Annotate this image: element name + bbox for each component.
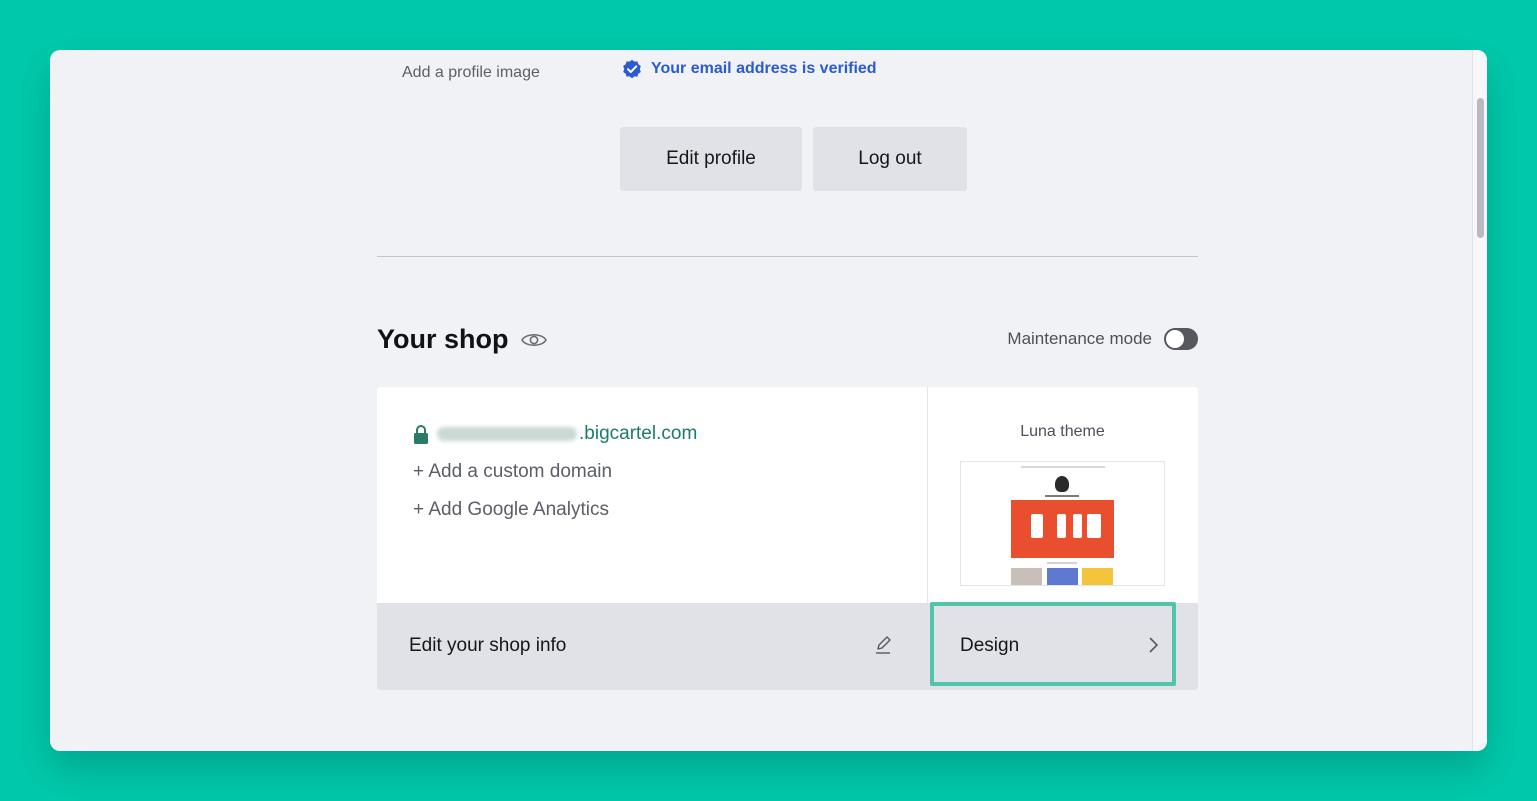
add-profile-image-link[interactable]: Add a profile image [402,64,540,82]
edit-shop-info-button[interactable]: Edit your shop info [409,635,566,657]
preview-thumbnail [1011,568,1042,585]
add-custom-domain-link[interactable]: + Add a custom domain [413,461,612,483]
verified-badge-icon [623,59,641,79]
preview-logo [1055,476,1069,492]
preview-sock [1073,514,1082,538]
preview-dots [1047,562,1077,564]
app-window: Add a profile image Your email address i… [50,50,1487,751]
shop-domain-link[interactable]: .bigcartel.com [413,423,697,445]
preview-thumbnail [1082,568,1113,585]
theme-name: Luna theme [1020,423,1105,440]
maintenance-mode-toggle[interactable] [1164,328,1198,350]
lock-icon [414,425,428,444]
maintenance-mode-label: Maintenance mode [1007,329,1152,348]
email-verified-text: Your email address is verified [651,60,877,77]
blurred-shop-subdomain [437,427,577,441]
preview-cup [1031,514,1043,538]
log-out-button[interactable]: Log out [813,127,967,191]
maintenance-mode-control: Maintenance mode [1007,328,1198,350]
eye-icon[interactable] [520,330,548,350]
shop-section-title: Your shop [377,324,509,354]
scrollbar[interactable] [1472,50,1487,751]
preview-nav [1021,466,1105,468]
email-verified-status: Your email address is verified [622,59,877,79]
preview-sock [1057,514,1066,538]
design-highlight-box [930,602,1176,686]
scrollbar-thumb[interactable] [1477,98,1484,238]
preview-cup [1087,514,1101,538]
edit-profile-button[interactable]: Edit profile [620,127,802,191]
pencil-icon[interactable] [873,635,893,655]
toggle-knob [1166,330,1184,348]
preview-logo-text [1045,495,1079,497]
domain-suffix: .bigcartel.com [579,423,698,444]
theme-preview-image[interactable] [960,461,1165,586]
preview-thumbnail [1047,568,1078,585]
preview-hero-banner [1011,500,1114,558]
section-divider [377,256,1198,257]
add-google-analytics-link[interactable]: + Add Google Analytics [413,499,609,521]
